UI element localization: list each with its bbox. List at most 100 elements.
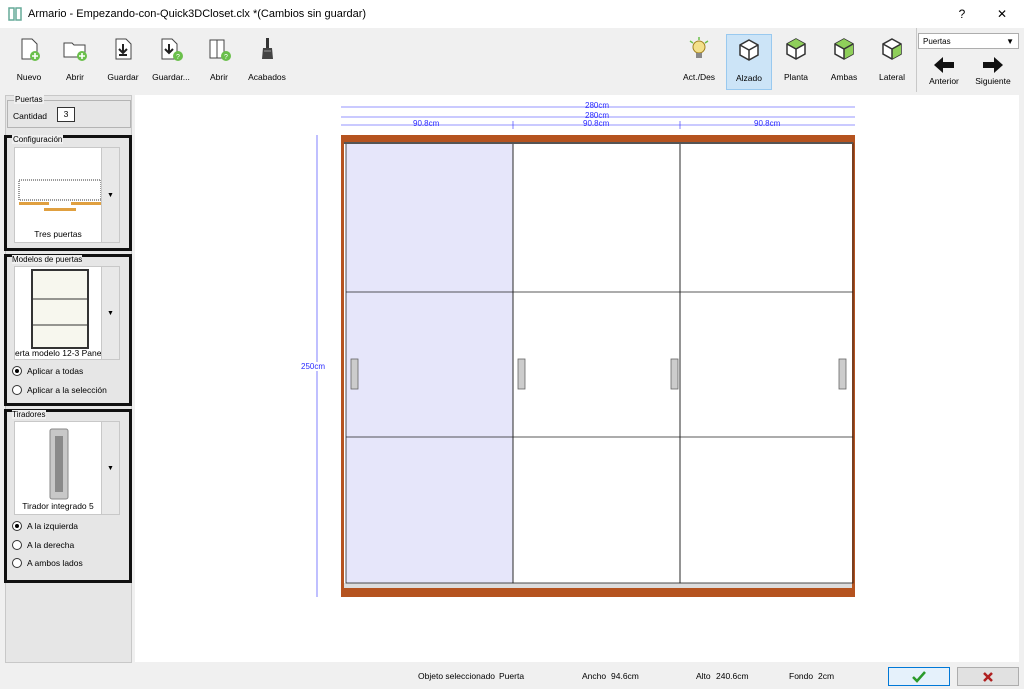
three-doors-preview	[18, 179, 102, 211]
alzado-label: Alzado	[736, 73, 762, 83]
configuracion-picker[interactable]: Tres puertas ▼	[14, 147, 120, 243]
actdes-button[interactable]: Act./Des	[676, 34, 722, 90]
accept-button[interactable]	[888, 667, 950, 686]
alto-value: 240.6cm	[716, 671, 749, 681]
siguiente-button[interactable]: Siguiente	[967, 56, 1019, 86]
arrow-right-icon	[983, 57, 1003, 73]
acabados-label: Acabados	[248, 72, 286, 82]
window-title: Armario - Empezando-con-Quick3DCloset.cl…	[28, 8, 367, 20]
radio-checked-icon	[12, 366, 22, 376]
objeto-label: Objeto seleccionado	[418, 671, 496, 681]
tiradores-picker[interactable]: Tirador integrado 5 ▼	[14, 421, 120, 515]
guardar-como-label: Guardar...	[152, 72, 190, 82]
dim-door-width-3: 90.8cm	[754, 119, 781, 128]
dim-total-width-1: 280cm	[585, 101, 610, 110]
cube-front-icon	[739, 39, 759, 61]
view-select-value: Puertas	[923, 36, 951, 46]
cross-icon	[983, 671, 993, 682]
actdes-label: Act./Des	[682, 72, 716, 82]
dim-door-width-2: 90.8cm	[583, 119, 610, 128]
chevron-down-icon: ▼	[1006, 36, 1014, 46]
ambas-label: Ambas	[830, 72, 858, 82]
cube-both-icon	[834, 38, 854, 60]
planta-label: Planta	[783, 72, 809, 82]
alzado-button[interactable]: Alzado	[726, 34, 772, 90]
lateral-button[interactable]: Lateral	[869, 34, 915, 90]
svg-text:?: ?	[176, 54, 180, 61]
modelos-picker[interactable]: erta modelo 12-3 Panel ▼	[14, 266, 120, 360]
anterior-button[interactable]: Anterior	[918, 56, 970, 86]
ancho-label: Ancho	[582, 671, 607, 681]
nuevo-label: Nuevo	[16, 72, 42, 82]
modelos-caption: erta modelo 12-3 Panel	[15, 348, 101, 358]
cantidad-label: Cantidad	[13, 111, 48, 121]
planta-button[interactable]: Planta	[773, 34, 819, 90]
guardar-button[interactable]: Guardar	[100, 34, 146, 90]
save-as-icon: ?	[161, 38, 183, 61]
ambos-lados-label: A ambos lados	[27, 558, 83, 568]
fondo-label: Fondo	[789, 671, 814, 681]
ancho-value: 94.6cm	[611, 671, 639, 681]
guardar-como-button[interactable]: ? Guardar...	[148, 34, 194, 90]
aplicar-seleccion-radio[interactable]: Aplicar a la selección	[12, 385, 107, 395]
abrir-label: Abrir	[66, 72, 84, 82]
lightbulb-icon	[689, 37, 709, 58]
izquierda-label: A la izquierda	[27, 521, 79, 531]
fondo-value: 2cm	[818, 671, 835, 681]
status-bar: Objeto seleccionado Puerta Ancho 94.6cm …	[0, 663, 1024, 689]
lateral-label: Lateral	[879, 72, 905, 82]
handle-preview	[49, 428, 69, 500]
alto-label: Alto	[696, 671, 711, 681]
closet-elevation[interactable]	[135, 95, 1019, 662]
save-icon	[115, 38, 132, 60]
open-closet-icon: ?	[209, 39, 231, 61]
abrir-button[interactable]: Abrir	[52, 34, 98, 90]
configuracion-dropdown-arrow[interactable]: ▼	[101, 148, 119, 242]
dim-height: 250cm	[301, 362, 326, 371]
radio-unchecked-icon	[12, 558, 22, 568]
open-folder-icon	[63, 42, 87, 61]
derecha-label: A la derecha	[27, 540, 75, 550]
aplicar-seleccion-label: Aplicar a la selección	[27, 385, 107, 395]
door-1-selected[interactable]	[346, 143, 513, 583]
arrow-left-icon	[934, 57, 954, 73]
modelos-dropdown-arrow[interactable]: ▼	[101, 267, 119, 359]
abrir2-label: Abrir	[210, 72, 228, 82]
modelos-legend: Modelos de puertas	[12, 255, 83, 264]
radio-unchecked-icon	[12, 385, 22, 395]
radio-unchecked-icon	[12, 540, 22, 550]
cube-top-icon	[786, 38, 806, 60]
tiradores-dropdown-arrow[interactable]: ▼	[101, 422, 119, 514]
help-button[interactable]: ?	[942, 0, 982, 28]
abrir2-button[interactable]: ? Abrir	[196, 34, 242, 90]
objeto-value: Puerta	[499, 671, 525, 681]
puertas-legend: Puertas	[14, 95, 44, 104]
cantidad-input[interactable]: 3	[57, 107, 75, 122]
app-icon	[8, 7, 22, 21]
acabados-button[interactable]: Acabados	[244, 34, 290, 90]
cancel-button[interactable]	[957, 667, 1019, 686]
ambas-button[interactable]: Ambas	[821, 34, 867, 90]
title-bar: Armario - Empezando-con-Quick3DCloset.cl…	[0, 0, 1024, 28]
tiradores-caption: Tirador integrado 5	[22, 501, 94, 511]
aplicar-todas-label: Aplicar a todas	[27, 366, 84, 376]
tiradores-legend: Tiradores	[12, 410, 46, 419]
aplicar-todas-radio[interactable]: Aplicar a todas	[12, 366, 83, 376]
door-model-preview	[31, 269, 89, 349]
radio-checked-icon	[12, 521, 22, 531]
close-button[interactable]: ✕	[982, 0, 1022, 28]
ambos-lados-radio[interactable]: A ambos lados	[12, 558, 83, 568]
izquierda-radio[interactable]: A la izquierda	[12, 521, 78, 531]
siguiente-label: Siguiente	[975, 76, 1011, 86]
drawing-canvas[interactable]: 280cm 280cm 90.8cm 90.8cm 90.8cm 250cm	[135, 95, 1019, 662]
toolbar: Nuevo Abrir Guardar ? Guardar... ? Abrir…	[0, 28, 1024, 94]
nuevo-button[interactable]: Nuevo	[6, 34, 52, 90]
anterior-label: Anterior	[929, 76, 959, 86]
view-select[interactable]: Puertas ▼	[918, 33, 1019, 49]
cube-side-icon	[882, 38, 902, 60]
new-file-icon	[21, 38, 40, 61]
checkmark-icon	[912, 670, 926, 683]
derecha-radio[interactable]: A la derecha	[12, 540, 74, 550]
guardar-label: Guardar	[107, 72, 139, 82]
configuracion-legend: Configuración	[12, 135, 64, 144]
